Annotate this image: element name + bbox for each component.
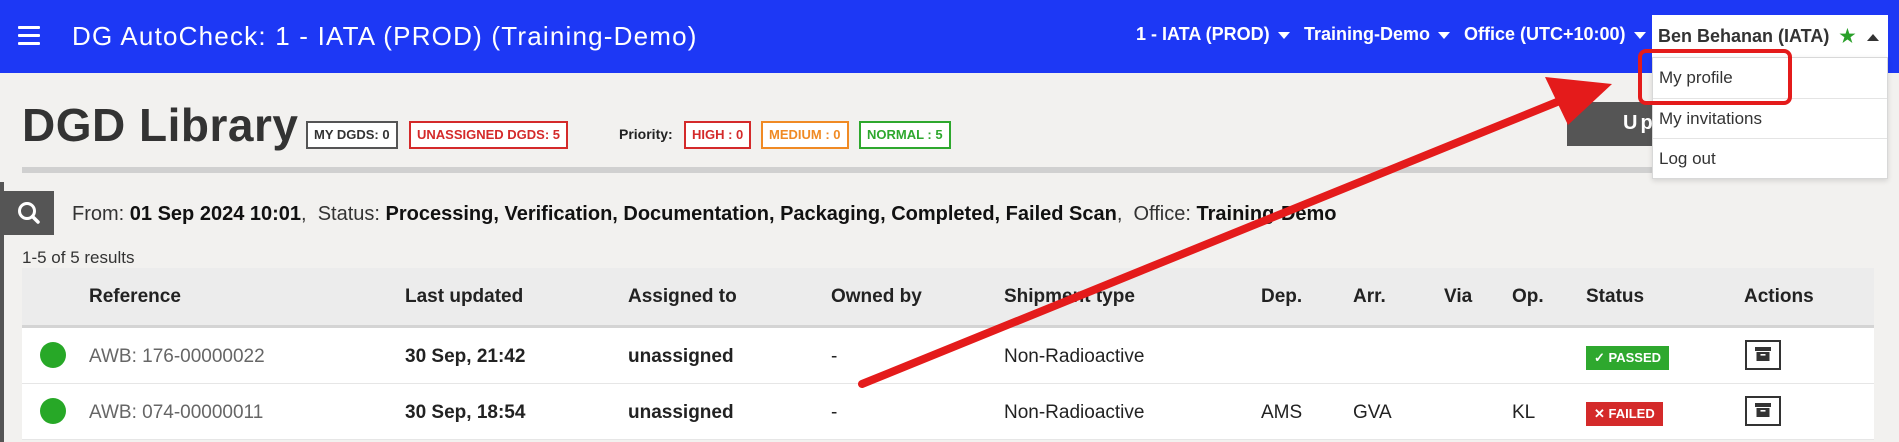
table-row[interactable]: AWB: 176-00000022 30 Sep, 21:42 unassign… (22, 328, 1874, 384)
results-count: 1-5 of 5 results (22, 248, 135, 267)
cell-arr: GVA (1353, 402, 1392, 423)
top-navigation-bar: DG AutoCheck: 1 - IATA (PROD) (Training-… (0, 0, 1899, 73)
caret-down-icon (1633, 31, 1646, 39)
divider (22, 167, 1874, 173)
filter-from-label: From: (72, 203, 125, 225)
priority-high-badge[interactable]: HIGH : 0 (684, 121, 752, 149)
archive-button[interactable] (1745, 340, 1781, 370)
workspace-selector-label: Training-Demo (1304, 24, 1431, 44)
archive-button[interactable] (1745, 396, 1781, 426)
cell-owned-by: - (831, 402, 838, 423)
column-header-actions: Actions (1744, 286, 1814, 307)
status-dot-icon (40, 398, 66, 424)
cell-reference[interactable]: AWB: 074-00000011 (89, 402, 263, 424)
workspace-selector[interactable]: Training-Demo (1304, 24, 1451, 45)
cell-shipment-type: Non-Radioactive (1004, 346, 1145, 367)
account-selector-label: 1 - IATA (PROD) (1136, 24, 1270, 44)
account-selector[interactable]: 1 - IATA (PROD) (1136, 24, 1290, 45)
office-selector-label: Office (UTC+10:00) (1464, 24, 1626, 44)
cell-last-updated: 30 Sep, 18:54 (405, 402, 526, 423)
archive-icon (1755, 403, 1771, 417)
column-header-dep[interactable]: Dep. (1261, 286, 1302, 308)
column-header-last-updated[interactable]: Last updated (405, 286, 523, 308)
column-header-status[interactable]: Status (1586, 286, 1644, 308)
cell-last-updated: 30 Sep, 21:42 (405, 346, 526, 367)
search-icon (18, 202, 40, 224)
cell-assigned-to: unassigned (628, 346, 734, 367)
filter-office-label: Office: (1133, 203, 1191, 225)
priority-label: Priority: (619, 126, 673, 142)
status-badge: ✓ PASSED (1586, 346, 1669, 370)
unassigned-dgds-badge[interactable]: UNASSIGNED DGDS: 5 (409, 121, 569, 149)
filter-from-value: 01 Sep 2024 10:01 (129, 203, 302, 225)
annotation-highlight-box (1638, 49, 1792, 105)
filter-office-value: Training-Demo (1196, 203, 1337, 225)
cell-owned-by: - (831, 346, 838, 367)
my-dgds-badge[interactable]: MY DGDS: 0 (306, 121, 398, 149)
active-filters: From: 01 Sep 2024 10:01, Status: Process… (72, 203, 1337, 225)
status-dot-icon (40, 342, 66, 368)
filter-status-label: Status: (317, 203, 380, 225)
column-header-reference[interactable]: Reference (89, 286, 181, 308)
menu-item-log-out[interactable]: Log out (1653, 138, 1887, 178)
table-row[interactable]: AWB: 074-00000011 30 Sep, 18:54 unassign… (22, 384, 1874, 440)
column-header-op[interactable]: Op. (1512, 286, 1544, 308)
column-header-arr[interactable]: Arr. (1353, 286, 1386, 308)
caret-down-icon (1277, 31, 1290, 39)
column-header-via[interactable]: Via (1444, 286, 1472, 308)
app-title: DG AutoCheck: 1 - IATA (PROD) (Training-… (72, 21, 698, 51)
column-header-shipment-type[interactable]: Shipment type (1004, 286, 1135, 308)
priority-medium-badge[interactable]: MEDIUM : 0 (761, 121, 849, 149)
column-header-owned-by[interactable]: Owned by (831, 286, 922, 308)
star-icon: ★ (1839, 26, 1856, 46)
cell-op: KL (1512, 402, 1536, 423)
filter-status-value: Processing, Verification, Documentation,… (385, 203, 1117, 225)
hamburger-icon[interactable] (18, 26, 40, 46)
priority-normal-badge[interactable]: NORMAL : 5 (859, 121, 951, 149)
status-badge: ✕ FAILED (1586, 402, 1663, 426)
cell-dep: AMS (1261, 402, 1303, 423)
archive-icon (1755, 347, 1771, 361)
dgd-table: Reference Last updated Assigned to Owned… (22, 268, 1874, 440)
cell-shipment-type: Non-Radioactive (1004, 402, 1145, 423)
column-header-assigned-to[interactable]: Assigned to (628, 286, 737, 308)
cell-assigned-to: unassigned (628, 402, 734, 423)
page-title: DGD Library (22, 99, 299, 151)
caret-up-icon (1867, 33, 1880, 41)
search-button[interactable] (4, 191, 54, 235)
caret-down-icon (1438, 31, 1451, 39)
table-header: Reference Last updated Assigned to Owned… (22, 268, 1874, 328)
cell-reference[interactable]: AWB: 176-00000022 (89, 346, 265, 368)
user-name: Ben Behanan (IATA) (1658, 26, 1830, 46)
office-selector[interactable]: Office (UTC+10:00) (1464, 24, 1646, 45)
